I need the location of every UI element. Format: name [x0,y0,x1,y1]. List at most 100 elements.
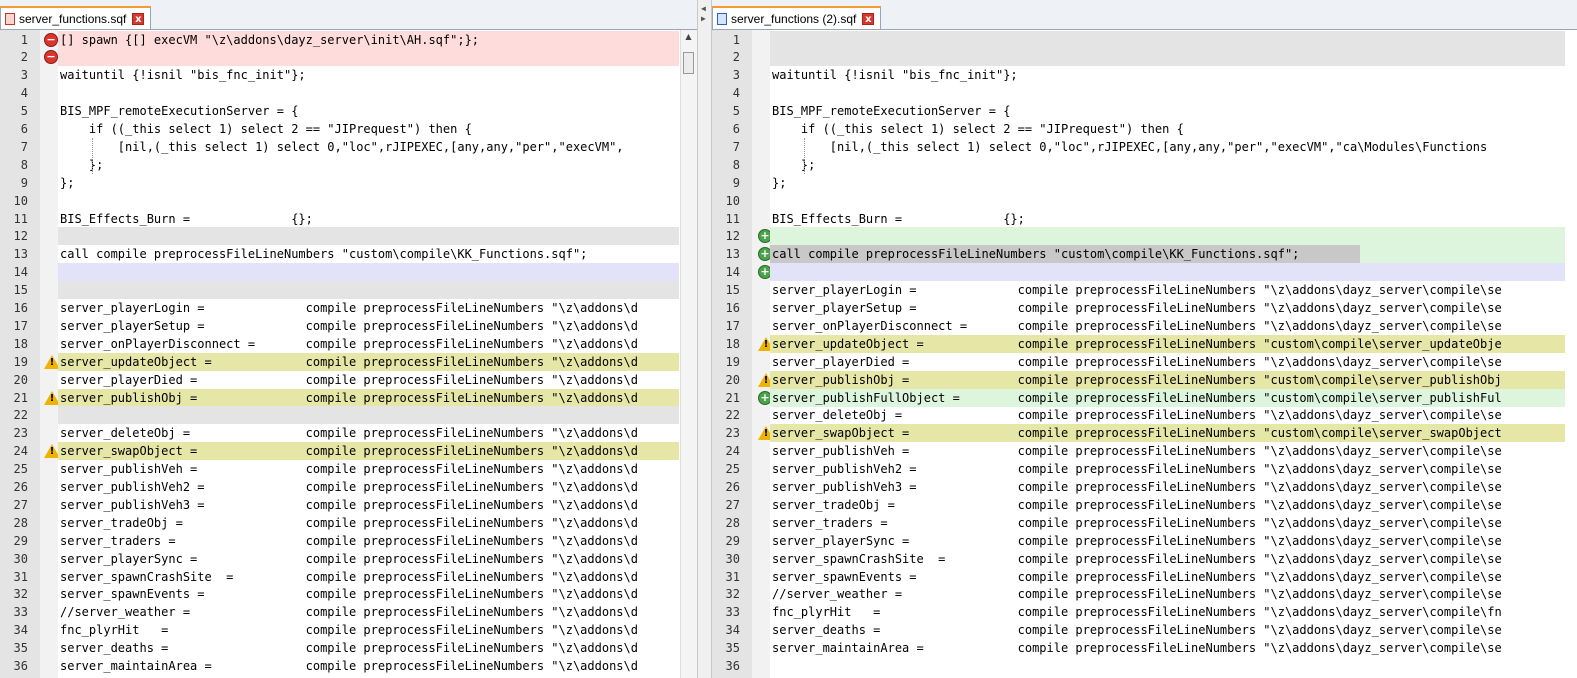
code-line[interactable]: 5 BIS_MPF_remoteExecutionServer = { [0,102,679,120]
code-line[interactable]: 13 call compile preprocessFileLineNumbers… [0,245,679,263]
code-text[interactable]: [nil,(_this select 1) select 0,"loc",rJI… [58,138,679,156]
code-text[interactable]: BIS_MPF_remoteExecutionServer = { [58,102,679,120]
code-text[interactable] [58,192,679,210]
code-line[interactable]: 14 [0,263,679,282]
code-line[interactable]: 2 [712,48,1565,67]
code-line[interactable]: 10 [0,192,679,210]
code-line[interactable]: 25 server_publishVeh = compile preprocess… [0,460,679,478]
code-text[interactable]: server_deaths = compile preprocessFileLi… [770,621,1565,639]
code-line[interactable]: 25 server_publishVeh2 = compile preproces… [712,460,1565,478]
code-line[interactable]: 28 server_tradeObj = compile preprocessFi… [0,514,679,532]
code-text[interactable]: waituntil {!isnil "bis_fnc_init"}; [58,66,679,84]
code-line[interactable]: 3 waituntil {!isnil "bis_fnc_init"}; [0,66,679,84]
code-text[interactable] [58,281,679,300]
code-line[interactable]: 15 server_playerLogin = compile preproces… [712,281,1565,299]
code-text[interactable]: server_playerDied = compile preprocessFi… [770,353,1565,371]
code-text[interactable]: server_tradeObj = compile preprocessFile… [770,496,1565,514]
code-text[interactable]: server_traders = compile preprocessFileL… [770,514,1565,532]
code-line[interactable]: 8 }; [712,156,1565,174]
code-text[interactable]: BIS_Effects_Burn = {}; [58,210,679,228]
close-icon[interactable]: x [862,12,875,25]
code-line[interactable]: 15 [0,281,679,300]
code-text[interactable]: server_onPlayerDisconnect = compile prep… [770,317,1565,335]
code-line[interactable]: 4 [712,84,1565,102]
code-line[interactable]: 28 server_traders = compile preprocessFil… [712,514,1565,532]
code-line[interactable]: 29 server_playerSync = compile preprocess… [712,532,1565,550]
code-line[interactable]: 35 server_deaths = compile preprocessFile… [0,639,679,657]
code-line[interactable]: 34 fnc_plyrHit = compile preprocessFileLi… [0,621,679,639]
code-line[interactable]: 36 server_maintainArea = compile preproce… [0,657,679,675]
left-editor[interactable]: 1 −[] spawn {[] execVM "\z\addons\dayz_se… [0,30,697,678]
code-text[interactable]: server_publishObj = compile preprocessFi… [770,370,1565,389]
code-line[interactable]: 24 server_swapObject = compile preprocess… [0,442,679,461]
code-line[interactable]: 13 + call compile preprocessFileLineNumber… [712,245,1565,264]
code-text[interactable]: server_deleteObj = compile preprocessFil… [58,424,679,442]
code-line[interactable]: 12 + [712,227,1565,246]
code-line[interactable]: 16 server_playerSetup = compile preproces… [712,299,1565,317]
splitter-left-arrow-icon[interactable]: ◀ [701,4,706,13]
code-line[interactable]: 20 server_playerDied = compile preprocess… [0,371,679,389]
code-text[interactable] [58,406,679,425]
code-text[interactable]: //server_weather = compile preprocessFil… [58,603,679,621]
code-text[interactable] [770,657,1565,675]
code-text[interactable]: server_spawnCrashSite = compile preproce… [58,568,679,586]
code-line[interactable]: 27 server_tradeObj = compile preprocessFi… [712,496,1565,514]
code-text[interactable]: server_publishObj = compile preprocessFi… [58,388,679,407]
code-text[interactable]: server_updateObject = compile preprocess… [770,334,1565,353]
code-text[interactable]: server_playerSetup = compile preprocessF… [770,299,1565,317]
code-text[interactable]: server_playerSync = compile preprocessFi… [58,550,679,568]
code-text[interactable]: server_updateObject = compile preprocess… [58,352,679,371]
code-text[interactable]: server_traders = compile preprocessFileL… [58,532,679,550]
code-text[interactable] [770,192,1565,210]
code-line[interactable]: 17 server_playerSetup = compile preproces… [0,317,679,335]
tab-server-functions[interactable]: server_functions.sqf x [0,6,152,29]
code-text[interactable]: server_swapObject = compile preprocessFi… [58,442,679,461]
code-text[interactable]: server_maintainArea = compile preprocess… [58,657,679,675]
code-text[interactable]: server_publishVeh2 = compile preprocessF… [770,460,1565,478]
code-text[interactable]: server_swapObject = compile preprocessFi… [770,424,1565,443]
right-editor[interactable]: 1 2 3 waituntil {!isnil "bis_fnc_init"}; 4 5 B… [712,30,1577,678]
code-line[interactable]: 9}; [712,174,1565,192]
code-text[interactable]: server_deleteObj = compile preprocessFil… [770,406,1565,424]
code-text[interactable]: server_deaths = compile preprocessFileLi… [58,639,679,657]
code-line[interactable]: 8 }; [0,156,679,174]
code-line[interactable]: 27 server_publishVeh3 = compile preproces… [0,496,679,514]
code-text[interactable]: server_publishFullObject = compile prepr… [770,388,1565,407]
code-line[interactable]: 32 //server_weather = compile preprocessF… [712,585,1565,603]
code-line[interactable]: 24 server_publishVeh = compile preprocess… [712,442,1565,460]
code-text[interactable] [770,30,1565,49]
code-line[interactable]: 19 server_updateObject = compile preproce… [0,352,679,371]
code-line[interactable]: 7 [nil,(_this select 1) select 0,"loc",r… [712,138,1565,156]
scrollbar-thumb[interactable] [683,52,694,74]
code-line[interactable]: 2− [0,48,679,67]
code-text[interactable]: server_publishVeh = compile preprocessFi… [770,442,1565,460]
code-text[interactable]: server_publishVeh = compile preprocessFi… [58,460,679,478]
code-line[interactable]: 30 server_playerSync = compile preprocess… [0,550,679,568]
code-line[interactable]: 21 + server_publishFullObject = compile pr… [712,388,1565,407]
code-line[interactable]: 4 [0,84,679,102]
code-line[interactable]: 20 server_publishObj = compile preprocess… [712,370,1565,389]
code-text[interactable]: fnc_plyrHit = compile preprocessFileLine… [58,621,679,639]
code-text[interactable]: }; [770,174,1565,192]
code-text[interactable]: }; [58,174,679,192]
code-text[interactable]: [nil,(_this select 1) select 0,"loc",rJI… [770,138,1565,156]
code-text[interactable]: server_publishVeh2 = compile preprocessF… [58,478,679,496]
code-line[interactable]: 1 [712,30,1565,49]
code-text[interactable] [770,263,1565,282]
code-line[interactable]: 23 server_swapObject = compile preprocess… [712,424,1565,443]
code-text[interactable]: server_onPlayerDisconnect = compile prep… [58,335,679,353]
code-text[interactable]: BIS_Effects_Burn = {}; [770,210,1565,228]
code-line[interactable]: 26 server_publishVeh3 = compile preproces… [712,478,1565,496]
code-line[interactable]: 22 [0,406,679,425]
vertical-scrollbar[interactable]: ▲ [680,30,697,678]
code-text[interactable]: fnc_plyrHit = compile preprocessFileLine… [770,603,1565,621]
code-line[interactable]: 31 server_spawnCrashSite = compile prepro… [0,568,679,586]
code-line[interactable]: 32 server_spawnEvents = compile preproces… [0,585,679,603]
code-text[interactable]: server_playerDied = compile preprocessFi… [58,371,679,389]
code-line[interactable]: 10 [712,192,1565,210]
code-text[interactable]: waituntil {!isnil "bis_fnc_init"}; [770,66,1565,84]
code-line[interactable]: 26 server_publishVeh2 = compile preproces… [0,478,679,496]
splitter-right-arrow-icon[interactable]: ▶ [701,14,706,23]
close-icon[interactable]: x [132,12,145,25]
code-line[interactable]: 11 BIS_Effects_Burn = {}; [0,210,679,228]
